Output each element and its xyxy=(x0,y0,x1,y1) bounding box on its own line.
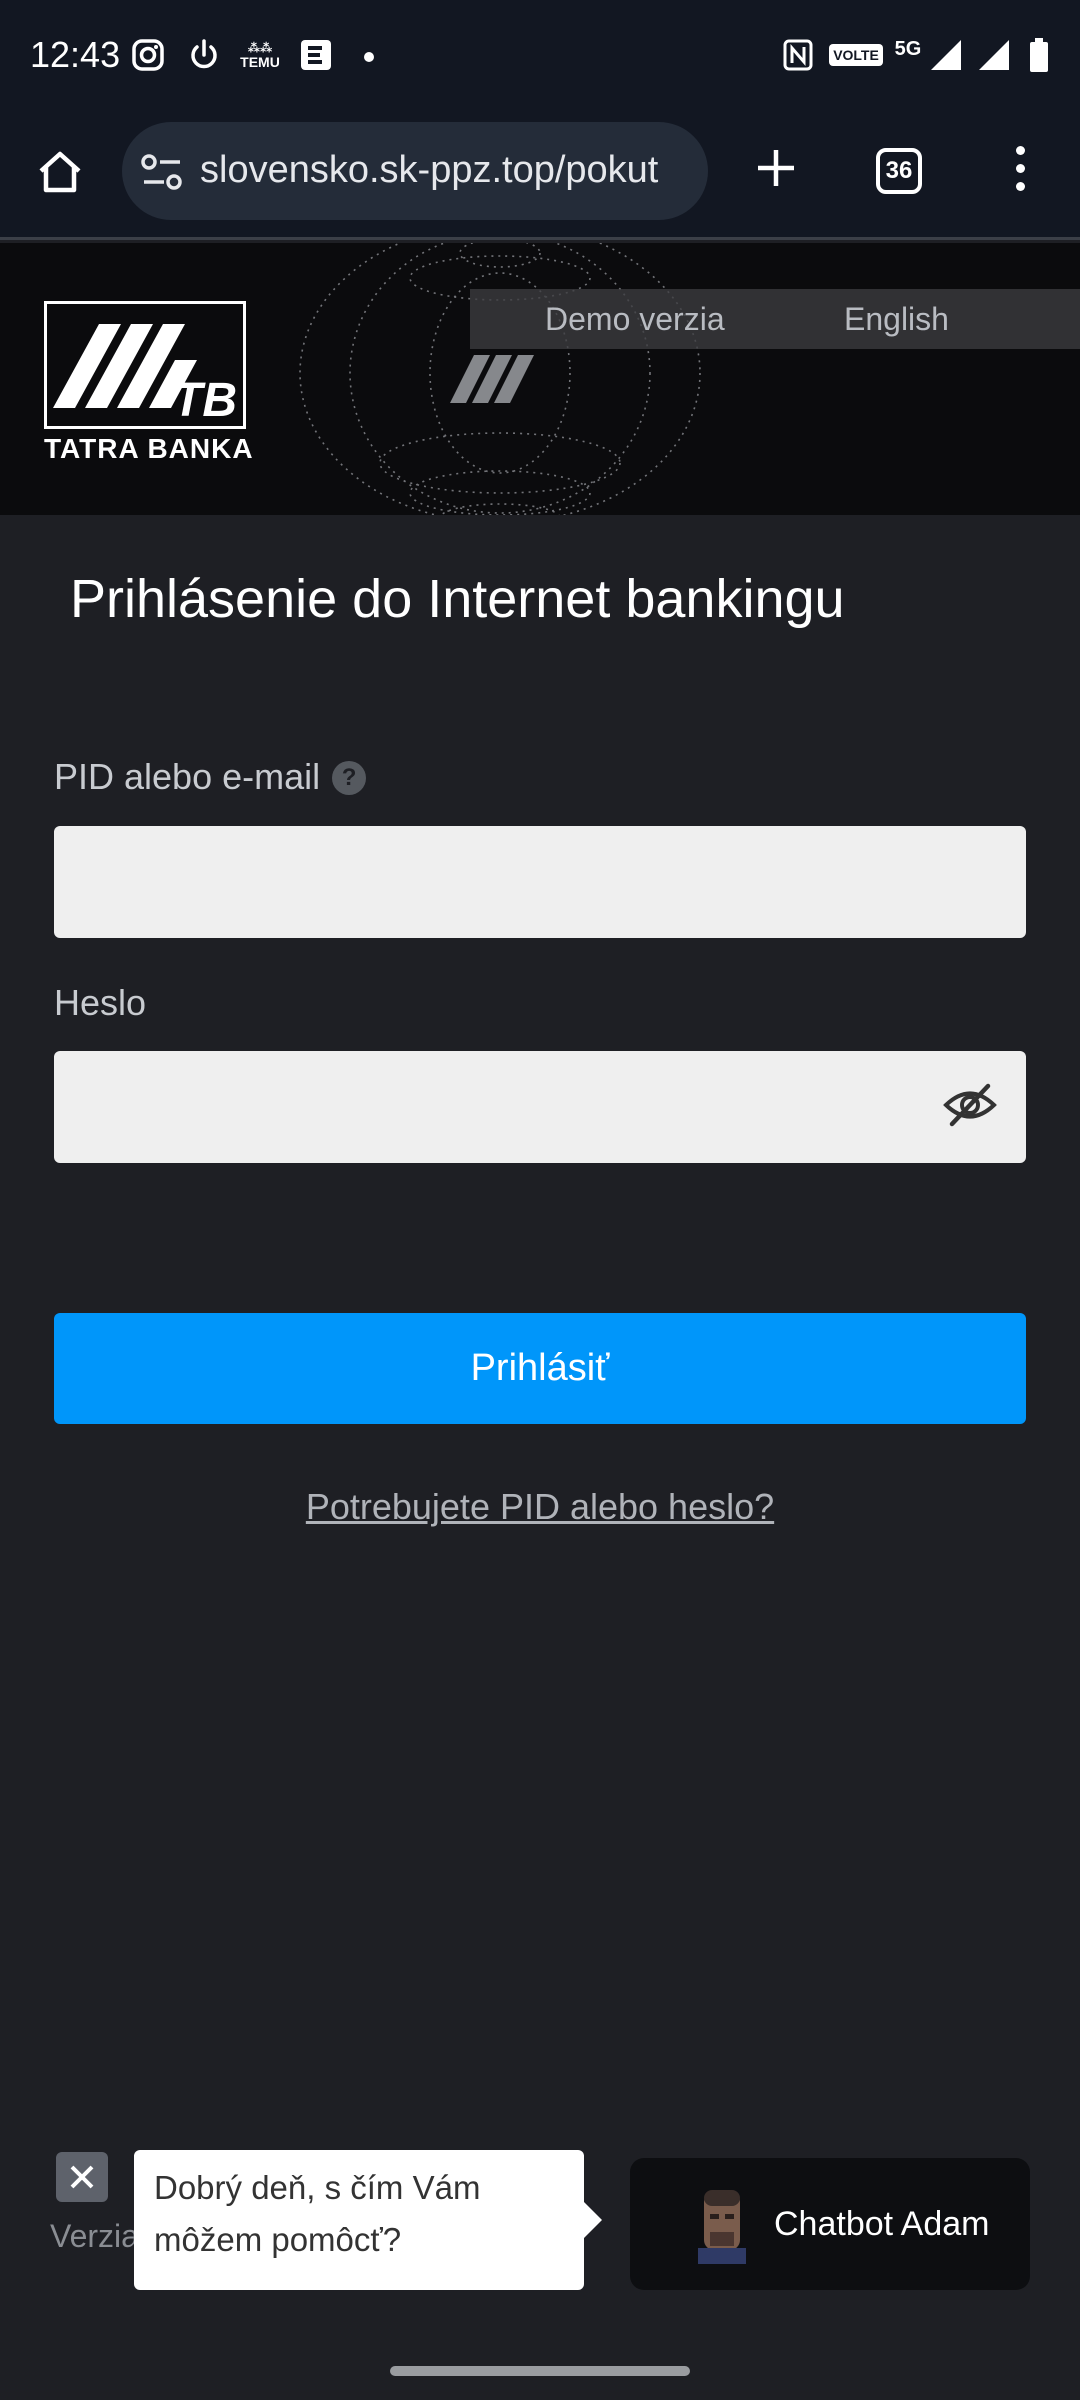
chatbot-button[interactable]: Chatbot Adam xyxy=(630,2158,1030,2290)
volte-icon: VOLTE xyxy=(829,38,883,72)
status-time: 12:43 xyxy=(30,34,121,75)
browser-toolbar: slovensko.sk-ppz.top/pokut 36 xyxy=(0,112,1080,240)
address-bar[interactable]: slovensko.sk-ppz.top/pokut xyxy=(122,122,708,220)
forgot-pid-password-text[interactable]: Potrebujete PID alebo heslo? xyxy=(306,1486,774,1527)
pid-label: PID alebo e-mail? xyxy=(54,756,367,798)
demo-version-link[interactable]: Demo verzia xyxy=(545,301,725,338)
network-label: 5G xyxy=(894,38,922,60)
tab-count: 36 xyxy=(885,157,913,184)
eye-off-icon[interactable] xyxy=(942,1080,998,1130)
instagram-icon xyxy=(130,38,166,72)
status-bar: 12:43 ⁂⁂ TEMU VOLTE 5G xyxy=(0,0,1080,112)
temu-label: TEMU xyxy=(240,54,280,70)
forgot-pid-password-link[interactable]: Potrebujete PID alebo heslo? xyxy=(0,1486,1080,1528)
english-language-link[interactable]: English xyxy=(844,301,949,338)
5g-icon: 5G xyxy=(892,38,924,72)
password-input[interactable] xyxy=(54,1051,1026,1163)
password-label: Heslo xyxy=(54,982,147,1023)
chat-greeting-bubble[interactable]: Dobrý deň, s čím Vám môžem pomôcť? xyxy=(134,2150,602,2290)
page-title: Prihlásenie do Internet bankingu xyxy=(70,569,845,629)
tb-logo-mark: TB xyxy=(53,324,237,427)
logo-mark-text: TB xyxy=(173,374,237,426)
plus-icon xyxy=(758,150,794,186)
home-icon xyxy=(39,151,81,193)
browser-menu-button[interactable] xyxy=(1000,136,1040,200)
gesture-navigation-bar[interactable] xyxy=(390,2366,690,2376)
site-settings-icon[interactable] xyxy=(140,152,184,192)
version-label: Verzia xyxy=(50,2218,139,2254)
close-chat-bubble-button[interactable] xyxy=(56,2152,108,2202)
dot-icon xyxy=(364,52,374,62)
battery-icon xyxy=(1026,38,1052,72)
bank-header-banner: Demo verzia English TB TATRA BANKA xyxy=(0,243,1080,515)
tab-switcher-button[interactable]: 36 xyxy=(876,148,922,194)
login-button[interactable]: Prihlásiť xyxy=(54,1313,1026,1424)
new-tab-button[interactable] xyxy=(744,136,808,200)
globe-decoration xyxy=(299,243,701,515)
pid-input[interactable] xyxy=(54,826,1026,938)
signal-icon xyxy=(928,38,964,72)
logo-text: TATRA BANKA xyxy=(44,433,254,464)
temu-icon: ⁂⁂ TEMU xyxy=(240,41,280,70)
help-icon[interactable]: ? xyxy=(332,761,367,795)
volte-label: VOLTE xyxy=(829,44,883,66)
url-text: slovensko.sk-ppz.top/pokut xyxy=(200,149,659,191)
close-icon xyxy=(70,2165,94,2189)
signal-icon-2 xyxy=(976,38,1012,72)
chatbot-name: Chatbot Adam xyxy=(774,2204,990,2243)
e-app-icon xyxy=(298,38,334,72)
chatbot-avatar-icon xyxy=(698,2190,746,2264)
pid-label-text: PID alebo e-mail xyxy=(54,756,321,797)
more-icon-dot xyxy=(1015,145,1025,155)
nfc-icon xyxy=(782,38,814,72)
home-button[interactable] xyxy=(28,140,92,204)
tatra-banka-logo[interactable]: TB xyxy=(44,301,246,429)
power-icon xyxy=(186,38,222,72)
